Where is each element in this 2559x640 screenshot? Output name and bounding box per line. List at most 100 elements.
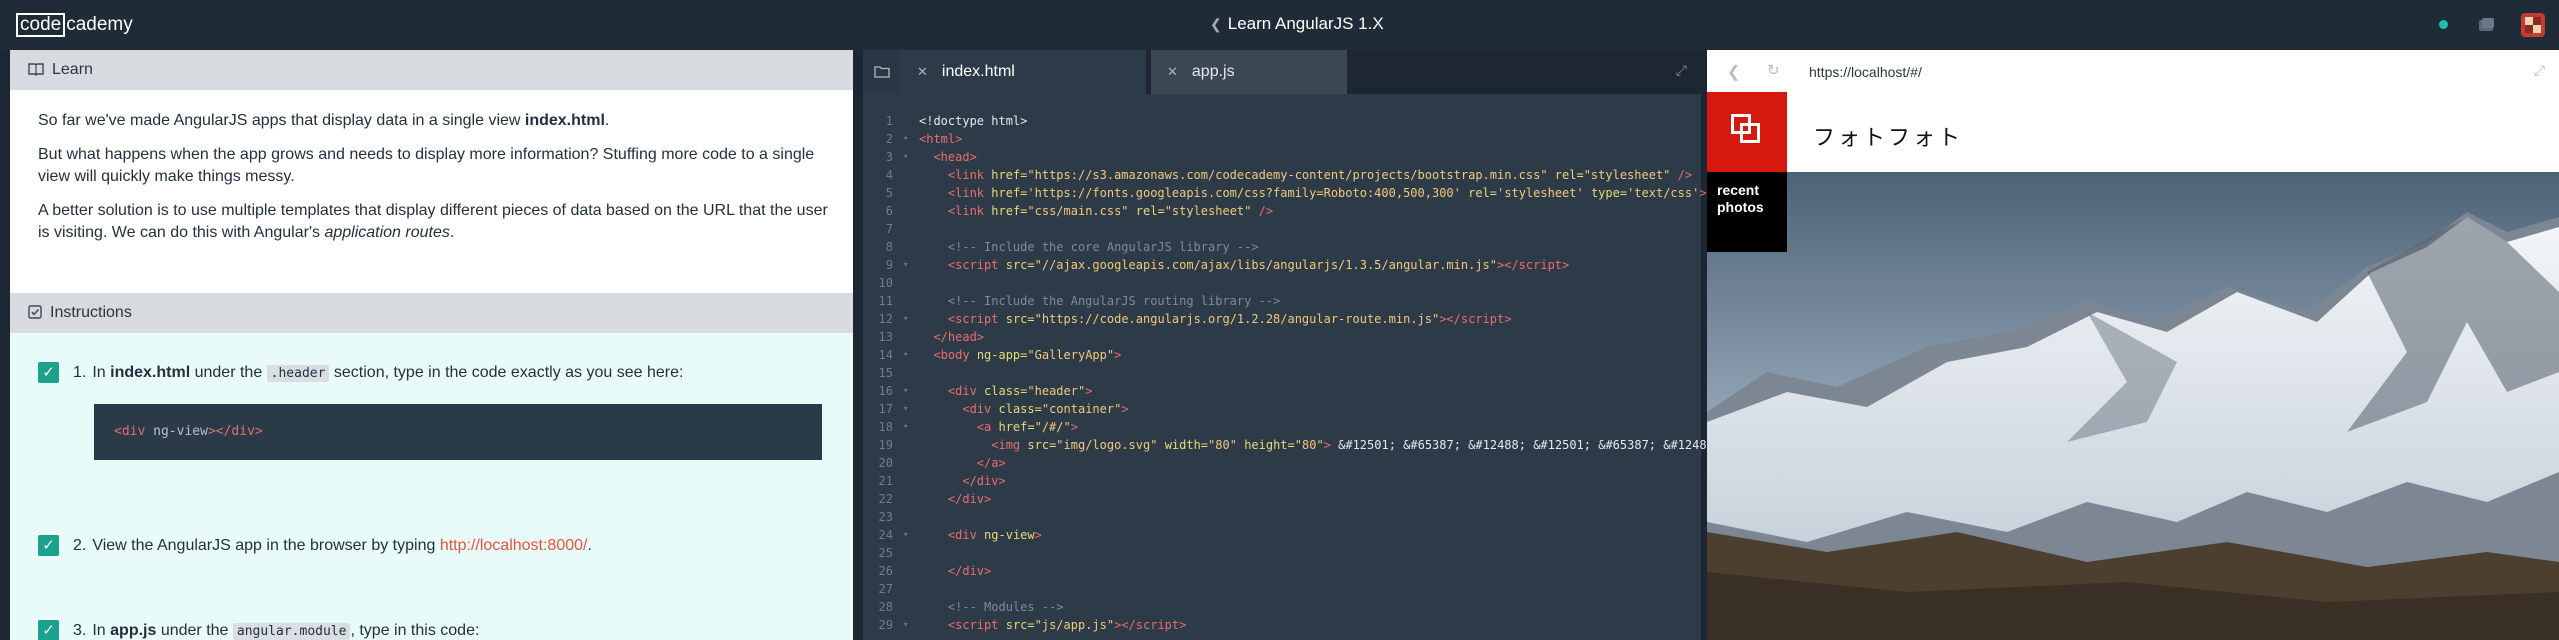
code-text: <!-- Modules --> <box>947 600 1064 614</box>
site-name: フォトフォト <box>1813 126 1964 151</box>
close-icon[interactable]: ✕ <box>1167 64 1178 80</box>
step-3-text: In app.js under the angular.module, type… <box>92 622 480 640</box>
line-number: 20 <box>878 456 893 470</box>
code-text: <div ng-view> <box>947 528 1042 542</box>
notification-icon[interactable] <box>2477 15 2497 35</box>
code-line[interactable]: 11 <!-- Include the AngularJS routing li… <box>863 292 1701 310</box>
localhost-link[interactable]: http://localhost:8000/ <box>440 537 588 554</box>
user-avatar[interactable] <box>2521 13 2545 37</box>
code-line[interactable]: 18 ▾ <a href="/#/"> <box>863 418 1701 436</box>
fold-arrow-icon[interactable]: ▾ <box>903 400 908 418</box>
fold-arrow-icon[interactable]: ▾ <box>903 616 908 634</box>
tab-app-js[interactable]: ✕ app.js <box>1151 50 1347 94</box>
code-text: </div> <box>947 564 992 578</box>
learn-header[interactable]: Learn <box>10 50 853 90</box>
fold-arrow-icon[interactable]: ▾ <box>903 346 908 364</box>
code-line[interactable]: 16 ▾ <div class="header"> <box>863 382 1701 400</box>
line-number: 18 <box>878 420 893 434</box>
logo-boxed-text: code <box>16 13 66 37</box>
mountain-photo <box>1707 172 2559 640</box>
code-editor[interactable]: ✕ index.html ✕ app.js ⤢ 1 <!doctype html>… <box>863 50 1722 640</box>
code-line[interactable]: 26 </div> <box>863 562 1701 580</box>
recent-photos-nav[interactable]: recent photos <box>1707 172 1787 252</box>
code-line[interactable]: 2 ▾ <html> <box>863 130 1701 148</box>
instructions-header-label: Instructions <box>50 304 132 321</box>
instruction-step-1: ✓ 1. In index.html under the .header sec… <box>38 362 683 385</box>
line-number: 26 <box>878 564 893 578</box>
line-number: 3 <box>885 150 893 164</box>
code-line[interactable]: 1 <!doctype html> <box>863 112 1701 130</box>
code-line[interactable]: 14 ▾ <body ng-app="GalleryApp"> <box>863 346 1701 364</box>
line-number: 5 <box>885 186 893 200</box>
code-line[interactable]: 9 ▾ <script src="//ajax.googleapis.com/aj… <box>863 256 1701 274</box>
code-line[interactable]: 27 <box>863 580 1701 598</box>
code-line[interactable]: 12 ▾ <script src="https://code.angularjs.… <box>863 310 1701 328</box>
code-line[interactable]: 10 <box>863 274 1701 292</box>
code-text: <body ng-app="GalleryApp"> <box>933 348 1122 362</box>
code-line[interactable]: 8 <!-- Include the core AngularJS librar… <box>863 238 1701 256</box>
line-number: 10 <box>878 276 893 290</box>
expand-editor-icon[interactable]: ⤢ <box>1676 62 1687 79</box>
expand-browser-icon[interactable]: ⤢ <box>2534 62 2545 79</box>
line-number: 6 <box>885 204 893 218</box>
code-line[interactable]: 28 <!-- Modules --> <box>863 598 1701 616</box>
fold-arrow-icon[interactable]: ▾ <box>903 310 908 328</box>
code-line[interactable]: 29 ▾ <script src="js/app.js"></script> <box>863 616 1701 634</box>
line-number: 15 <box>878 366 893 380</box>
line-number: 28 <box>878 600 893 614</box>
fold-arrow-icon[interactable]: ▾ <box>903 382 908 400</box>
code-text: <a href="/#/"> <box>976 420 1078 434</box>
learn-content: So far we've made AngularJS apps that di… <box>10 90 853 244</box>
course-title-button[interactable]: ❮ Learn AngularJS 1.X <box>1210 14 1384 34</box>
code-text: <!-- Include the core AngularJS library … <box>947 240 1259 254</box>
step-1-text: In index.html under the .header section,… <box>92 364 684 382</box>
instructions-header[interactable]: Instructions <box>10 293 853 333</box>
code-line[interactable]: 23 <box>863 508 1701 526</box>
code-text: <script src="js/app.js"></script> <box>947 618 1187 632</box>
line-number: 16 <box>878 384 893 398</box>
code-line[interactable]: 15 <box>863 364 1701 382</box>
code-text: <link href='https://fonts.googleapis.com… <box>947 186 1707 200</box>
code-text: <head> <box>933 150 977 164</box>
code-line[interactable]: 20 </a> <box>863 454 1701 472</box>
fold-arrow-icon[interactable]: ▾ <box>903 148 908 166</box>
code-line[interactable]: 5 <link href='https://fonts.googleapis.c… <box>863 184 1707 202</box>
code-line[interactable]: 25 <box>863 544 1701 562</box>
step-3-checkbox[interactable]: ✓ <box>38 620 59 640</box>
fold-arrow-icon[interactable]: ▾ <box>903 256 908 274</box>
code-line[interactable]: 22 </div> <box>863 490 1701 508</box>
fold-arrow-icon[interactable]: ▾ <box>903 418 908 436</box>
step-1-checkbox[interactable]: ✓ <box>38 362 59 383</box>
back-icon[interactable]: ❮ <box>1727 62 1740 82</box>
reload-icon[interactable]: ↻ <box>1767 61 1780 79</box>
checkbox-icon <box>28 304 42 322</box>
code-line[interactable]: 7 <box>863 220 1701 238</box>
tab-index-html[interactable]: ✕ index.html <box>901 50 1146 94</box>
code-lines[interactable]: 1 <!doctype html> 2 ▾ <html> 3 ▾ <head> 4 <link… <box>863 112 1722 634</box>
line-number: 7 <box>885 222 893 236</box>
codecademy-logo[interactable]: code cademy <box>16 12 133 38</box>
url-field[interactable]: https://localhost/#/ <box>1809 64 1922 80</box>
line-number: 4 <box>885 168 893 182</box>
code-text: <div class="container"> <box>962 402 1129 416</box>
site-logo[interactable] <box>1707 92 1787 172</box>
step-2-checkbox[interactable]: ✓ <box>38 535 59 556</box>
code-text: </div> <box>947 492 992 506</box>
line-number: 25 <box>878 546 893 560</box>
code-line[interactable]: 3 ▾ <head> <box>863 148 1701 166</box>
folder-icon[interactable] <box>863 50 901 94</box>
line-number: 21 <box>878 474 893 488</box>
code-line[interactable]: 19 <img src="img/logo.svg" width="80" he… <box>863 436 1722 454</box>
fold-arrow-icon[interactable]: ▾ <box>903 526 908 544</box>
learn-paragraph-3: A better solution is to use multiple tem… <box>38 202 828 241</box>
code-line[interactable]: 24 ▾ <div ng-view> <box>863 526 1701 544</box>
line-number: 1 <box>885 114 893 128</box>
code-line[interactable]: 6 <link href="css/main.css" rel="stylesh… <box>863 202 1701 220</box>
fold-arrow-icon[interactable]: ▾ <box>903 130 908 148</box>
line-number: 27 <box>878 582 893 596</box>
close-icon[interactable]: ✕ <box>917 64 928 80</box>
code-line[interactable]: 4 <link href="https://s3.amazonaws.com/c… <box>863 166 1701 184</box>
code-line[interactable]: 21 </div> <box>863 472 1701 490</box>
code-line[interactable]: 17 ▾ <div class="container"> <box>863 400 1701 418</box>
code-line[interactable]: 13 </head> <box>863 328 1701 346</box>
